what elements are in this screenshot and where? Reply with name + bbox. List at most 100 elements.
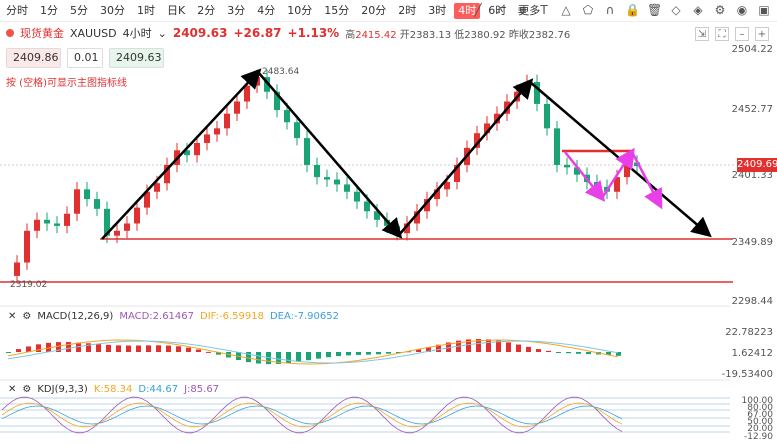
macd-bar: [16, 349, 21, 352]
macd-axis-label: 22.78223: [725, 327, 773, 338]
macd-bar: [156, 345, 161, 352]
candle-body: [74, 189, 80, 214]
macd-axis-label: -19.53400: [721, 369, 773, 380]
macd-bar: [326, 352, 331, 358]
candle-body: [554, 128, 560, 165]
candle-body: [234, 101, 240, 114]
dea-value: DEA:-7.90652: [269, 311, 339, 322]
settings-icon[interactable]: ⚙: [22, 311, 31, 322]
candle-body: [194, 142, 200, 156]
trend-arrow: [101, 68, 262, 240]
macd-bar: [536, 349, 541, 352]
candle-body: [304, 138, 310, 165]
kdj-axis-label: -12.90: [743, 432, 773, 442]
candle-body: [204, 134, 210, 143]
macd-bar: [356, 352, 361, 355]
collapse-icon[interactable]: ✕: [8, 384, 16, 395]
k-value: K:58.34: [93, 384, 133, 395]
k-line: [1, 402, 623, 428]
macd-bar: [306, 352, 311, 361]
macd-bar: [546, 350, 551, 352]
candle-body: [344, 184, 350, 192]
candle-body: [34, 219, 40, 231]
candle-body: [284, 110, 290, 123]
macd-bar: [206, 351, 211, 353]
price-axis-label: 2349.89: [731, 237, 773, 248]
macd-bar: [66, 342, 71, 352]
candle-body: [54, 223, 60, 226]
current-price-tag: 2409.69: [737, 158, 777, 172]
candle-body: [324, 177, 330, 180]
macd-bar: [116, 345, 121, 352]
macd-bar: [376, 352, 381, 355]
dif-value: DIF:-6.59918: [200, 311, 264, 322]
macd-bar: [256, 352, 261, 364]
macd-bar: [296, 352, 301, 362]
kdj-name: KDJ(9,3,3): [37, 384, 88, 395]
macd-bar: [176, 346, 181, 352]
candle-body: [214, 128, 220, 135]
candle-body: [114, 230, 120, 236]
macd-bar: [286, 352, 291, 364]
peak-label: 2483.64: [262, 67, 299, 77]
candle-body: [84, 189, 90, 200]
j-line: [1, 396, 623, 434]
candle-body: [124, 223, 130, 231]
macd-bar: [146, 345, 151, 352]
price-axis-label: 2298.44: [731, 296, 773, 307]
candle-body: [314, 164, 320, 178]
d-line: [1, 405, 623, 425]
macd-bar: [166, 345, 171, 352]
candle-body: [134, 207, 140, 224]
macd-bar: [186, 347, 191, 352]
macd-bar: [576, 352, 581, 354]
macd-bar: [6, 352, 11, 353]
candle-body: [154, 183, 160, 192]
candle-body: [334, 179, 340, 185]
candle-body: [224, 113, 230, 129]
macd-bar: [36, 344, 41, 352]
macd-bar: [516, 344, 521, 352]
low-label: 2319.02: [10, 280, 47, 290]
price-axis-label: 2504.22: [731, 44, 773, 55]
candle-body: [294, 122, 300, 139]
candle-body: [64, 213, 70, 226]
candle-body: [94, 199, 100, 209]
macd-title: ✕ ⚙ MACD(12,26,9) MACD:2.61467 DIF:-6.59…: [8, 311, 339, 322]
candle-body: [44, 219, 50, 224]
collapse-icon[interactable]: ✕: [8, 311, 16, 322]
candle-body: [564, 164, 570, 168]
macd-bar: [366, 352, 371, 355]
projection-arrow: [564, 151, 606, 202]
macd-axis-label: 1.62412: [731, 348, 773, 359]
candle-body: [364, 201, 370, 212]
macd-bar: [486, 339, 491, 352]
settings-icon[interactable]: ⚙: [22, 384, 31, 395]
macd-bar: [506, 342, 511, 352]
macd-bar: [346, 352, 351, 356]
trend-arrow: [398, 78, 534, 236]
candle-body: [354, 191, 360, 202]
macd-bar: [126, 345, 131, 352]
macd-bar: [96, 344, 101, 352]
trend-arrow: [257, 71, 403, 239]
macd-bar: [196, 349, 201, 352]
macd-bar: [566, 352, 571, 354]
candle-body: [594, 182, 600, 187]
candle-body: [24, 230, 30, 263]
d-value: D:44.67: [138, 384, 179, 395]
macd-bar: [526, 346, 531, 352]
macd-value: MACD:2.61467: [119, 311, 195, 322]
macd-bar: [136, 345, 141, 352]
macd-bar: [106, 344, 111, 352]
j-value: J:85.67: [184, 384, 220, 395]
macd-bar: [386, 352, 391, 354]
macd-bar: [336, 352, 341, 357]
chart-canvas[interactable]: 2483.64 2319.02: [0, 0, 777, 444]
candle-body: [544, 103, 550, 129]
macd-bar: [556, 352, 561, 353]
macd-name: MACD(12,26,9): [37, 311, 114, 322]
macd-bar: [316, 352, 321, 359]
kdj-title: ✕ ⚙ KDJ(9,3,3) K:58.34 D:44.67 J:85.67: [8, 384, 219, 395]
candle-body: [14, 262, 20, 276]
